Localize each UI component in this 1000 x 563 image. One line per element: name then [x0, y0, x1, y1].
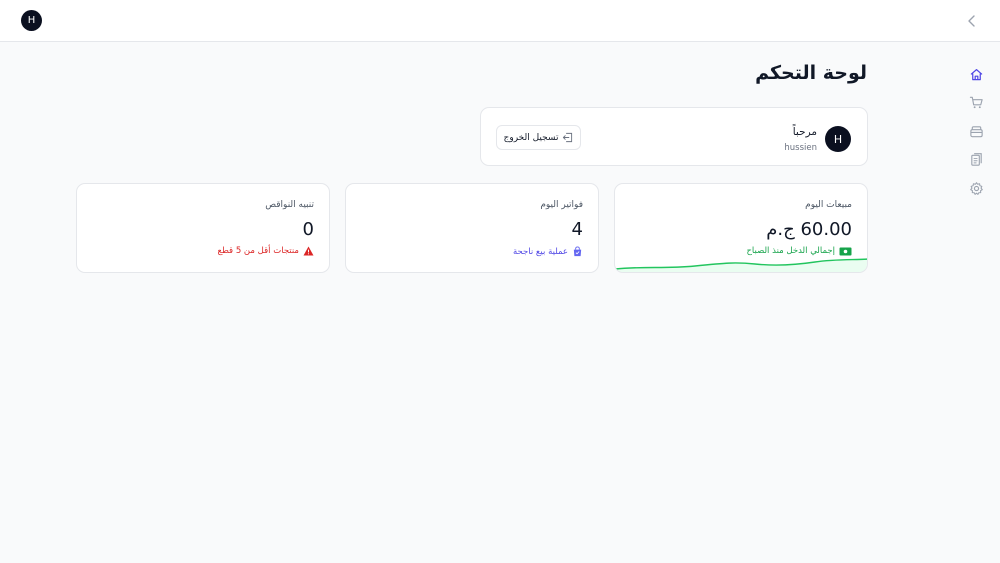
sidebar-item-cart[interactable] — [958, 89, 994, 118]
welcome-card: H مرحباً hussien تسجيل الخروج — [480, 107, 868, 166]
sidebar-item-settings[interactable] — [958, 174, 994, 203]
low-stock-label: تنبيه النواقص — [265, 200, 314, 210]
low-stock-note-text: منتجات أقل من 5 قطع — [217, 246, 299, 256]
home-icon — [970, 68, 982, 81]
invoices-note: عملية بيع ناجحة — [513, 246, 583, 257]
sales-value: 60.00 ج.م — [766, 219, 852, 240]
low-stock-value: 0 — [302, 219, 314, 240]
logout-button[interactable]: تسجيل الخروج — [496, 125, 581, 150]
sidebar-item-reports[interactable] — [958, 146, 994, 175]
clipboard-icon — [970, 153, 982, 166]
sales-trend-line — [615, 258, 867, 272]
sidebar-item-inventory[interactable] — [958, 117, 994, 146]
chevron-left-icon — [968, 15, 975, 27]
sidebar-toggle-button[interactable] — [962, 11, 982, 31]
invoices-label: فواتير اليوم — [540, 200, 583, 210]
low-stock-stat-card: تنبيه النواقص 0 منتجات أقل من 5 قطع — [76, 183, 330, 273]
sidebar-nav — [958, 60, 994, 203]
welcome-avatar: H — [825, 126, 851, 152]
gear-icon — [969, 181, 983, 195]
user-avatar[interactable]: H — [21, 10, 42, 31]
logout-icon — [563, 132, 573, 143]
top-bar: H — [0, 0, 1000, 42]
warning-icon — [303, 246, 314, 256]
shopping-bag-icon — [573, 246, 582, 257]
invoices-stat-card: فواتير اليوم 4 عملية بيع ناجحة — [345, 183, 599, 273]
sidebar-item-home[interactable] — [958, 60, 994, 89]
welcome-greeting: مرحباً — [792, 126, 817, 138]
low-stock-note: منتجات أقل من 5 قطع — [218, 246, 314, 256]
cart-icon — [969, 97, 983, 109]
invoices-value: 4 — [571, 219, 583, 240]
logout-label: تسجيل الخروج — [503, 132, 559, 143]
invoices-note-text: عملية بيع ناجحة — [512, 246, 568, 257]
sales-stat-card: مبيعات اليوم 60.00 ج.م إجمالي الدخل منذ … — [614, 183, 868, 273]
box-icon — [969, 126, 983, 137]
sales-label: مبيعات اليوم — [805, 200, 852, 210]
page-title: لوحة التحكم — [755, 62, 867, 84]
welcome-username: hussien — [784, 143, 817, 153]
